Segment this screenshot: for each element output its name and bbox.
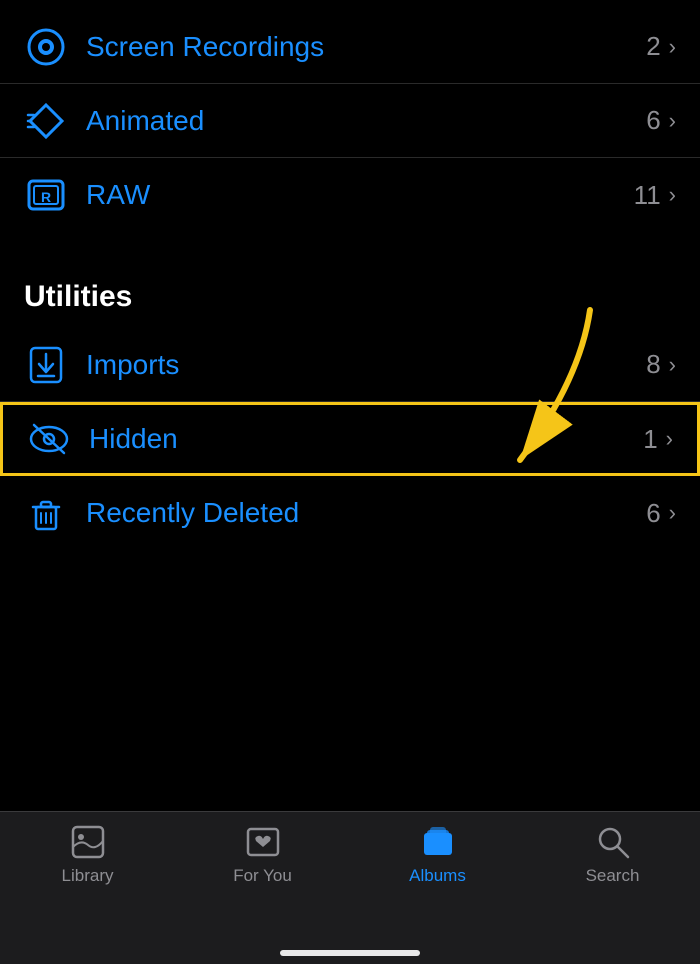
animated-icon [24, 99, 68, 143]
raw-chevron: › [669, 182, 676, 208]
animated-chevron: › [669, 108, 676, 134]
list-item-screen-recordings[interactable]: Screen Recordings 2 › [0, 10, 700, 84]
section-divider [0, 232, 700, 252]
tab-albums[interactable]: Albums [350, 824, 525, 886]
tab-search[interactable]: Search [525, 824, 700, 886]
tab-bar: Library For You Albums [0, 811, 700, 964]
animated-label: Animated [86, 105, 646, 137]
albums-tab-icon [420, 824, 456, 860]
list-item-imports[interactable]: Imports 8 › [0, 328, 700, 402]
media-type-list: Screen Recordings 2 › Animated 6 › [0, 0, 700, 232]
tab-for-you[interactable]: For You [175, 824, 350, 886]
home-indicator [280, 950, 420, 956]
library-tab-label: Library [62, 866, 114, 886]
imports-chevron: › [669, 352, 676, 378]
recently-deleted-label: Recently Deleted [86, 497, 646, 529]
raw-count: 11 [634, 180, 661, 211]
hidden-icon [27, 417, 71, 461]
main-content: Screen Recordings 2 › Animated 6 › [0, 0, 700, 550]
svg-text:R: R [41, 189, 51, 205]
screen-recordings-count: 2 [646, 31, 660, 62]
for-you-tab-icon [245, 824, 281, 860]
imports-label: Imports [86, 349, 646, 381]
utilities-list: Imports 8 › Hidden 1 › [0, 328, 700, 550]
imports-count: 8 [646, 349, 660, 380]
search-tab-icon [595, 824, 631, 860]
tab-library[interactable]: Library [0, 824, 175, 886]
screen-recordings-chevron: › [669, 34, 676, 60]
list-item-hidden[interactable]: Hidden 1 › [0, 402, 700, 476]
hidden-count: 1 [643, 424, 657, 455]
recently-deleted-count: 6 [646, 498, 660, 529]
for-you-tab-label: For You [233, 866, 292, 886]
recently-deleted-icon [24, 491, 68, 535]
list-item-recently-deleted[interactable]: Recently Deleted 6 › [0, 476, 700, 550]
raw-icon: R [24, 173, 68, 217]
list-item-raw[interactable]: R RAW 11 › [0, 158, 700, 232]
library-tab-icon [70, 824, 106, 860]
utilities-header: Utilities [0, 252, 700, 328]
list-item-animated[interactable]: Animated 6 › [0, 84, 700, 158]
screen-recordings-label: Screen Recordings [86, 31, 646, 63]
recently-deleted-chevron: › [669, 500, 676, 526]
imports-icon [24, 343, 68, 387]
screen-recordings-icon [24, 25, 68, 69]
search-tab-label: Search [586, 866, 640, 886]
raw-label: RAW [86, 179, 634, 211]
animated-count: 6 [646, 105, 660, 136]
hidden-label: Hidden [89, 423, 643, 455]
albums-tab-label: Albums [409, 866, 466, 886]
hidden-chevron: › [666, 426, 673, 452]
